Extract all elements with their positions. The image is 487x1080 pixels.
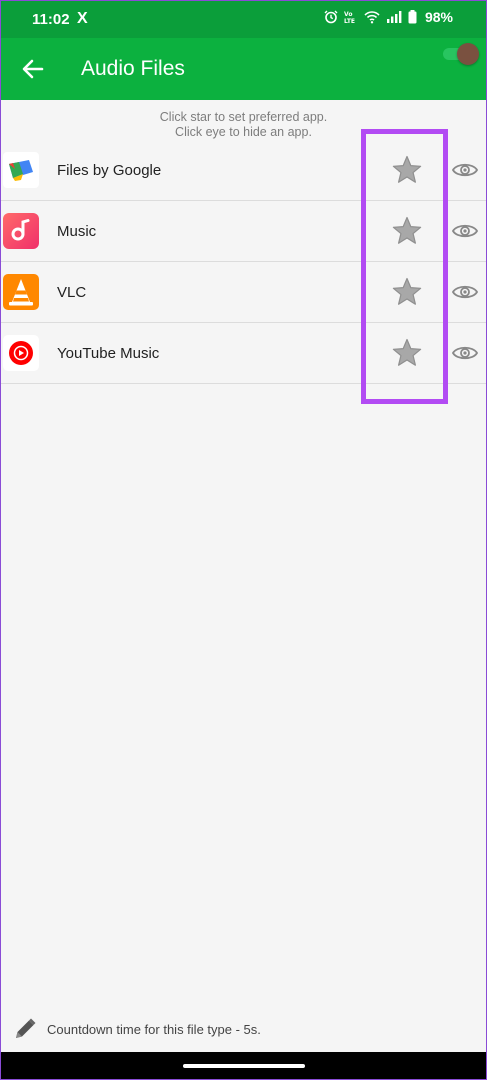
- list-item[interactable]: Music: [0, 201, 487, 262]
- star-icon: [392, 216, 422, 244]
- hide-eye-button[interactable]: [451, 159, 479, 181]
- wifi-icon: [364, 11, 380, 24]
- toggle-thumb: [457, 43, 479, 65]
- list-item[interactable]: Files by Google: [0, 140, 487, 201]
- app-name: VLC: [57, 284, 87, 301]
- app-name: Files by Google: [57, 162, 162, 179]
- app-name: YouTube Music: [57, 345, 160, 362]
- star-icon: [392, 338, 422, 366]
- preferred-star-button[interactable]: [391, 276, 423, 308]
- list-item[interactable]: YouTube Music: [0, 323, 487, 384]
- hint-star: Click star to set preferred app.: [159, 110, 328, 124]
- youtube-music-icon: [3, 335, 39, 371]
- eye-icon: [451, 163, 479, 177]
- hide-eye-button[interactable]: [451, 342, 479, 364]
- enable-toggle[interactable]: [443, 42, 481, 66]
- status-bar: 11:02 X Vo LTE 98%: [0, 0, 487, 38]
- volte-icon: VoLTE: [344, 11, 355, 24]
- hint-eye: Click eye to hide an app.: [175, 125, 312, 139]
- vlc-icon: [3, 274, 39, 310]
- svg-text:LTE: LTE: [344, 18, 355, 24]
- eye-icon: [451, 224, 479, 238]
- home-gesture-bar[interactable]: [183, 1064, 305, 1068]
- hide-eye-button[interactable]: [451, 281, 479, 303]
- star-icon: [392, 155, 422, 183]
- preferred-star-button[interactable]: [391, 337, 423, 369]
- page-title: Audio Files: [81, 57, 185, 80]
- list-item[interactable]: VLC: [0, 262, 487, 323]
- arrow-left-icon: [22, 59, 44, 79]
- preferred-star-button[interactable]: [391, 215, 423, 247]
- countdown-text: Countdown time for this file type - 5s.: [47, 1022, 261, 1037]
- hide-eye-button[interactable]: [451, 220, 479, 242]
- eye-icon: [451, 346, 479, 360]
- status-icons: Vo LTE 98%: [324, 9, 453, 25]
- star-icon: [392, 277, 422, 305]
- eye-icon: [451, 285, 479, 299]
- svg-text:Vo: Vo: [344, 11, 352, 18]
- signal-icon: [386, 11, 402, 23]
- status-time: 11:02: [32, 11, 70, 28]
- preferred-star-button[interactable]: [391, 154, 423, 186]
- back-button[interactable]: [18, 54, 48, 84]
- countdown-footer[interactable]: Countdown time for this file type - 5s.: [0, 1012, 487, 1046]
- app-name: Music: [57, 223, 97, 240]
- battery-icon: [408, 10, 417, 24]
- alarm-icon: [324, 10, 338, 24]
- instructions: Click star to set preferred app. Click e…: [0, 110, 487, 140]
- app-list: Files by Google Music VLC YouTube Music: [0, 140, 487, 384]
- system-nav-bar: [0, 1052, 487, 1080]
- app-bar: Audio Files: [0, 38, 487, 100]
- files-by-google-icon: [3, 152, 39, 188]
- battery-level: 98%: [424, 9, 453, 25]
- pencil-icon: [12, 1016, 38, 1042]
- music-icon: [3, 213, 39, 249]
- x-app-icon: X: [77, 10, 88, 27]
